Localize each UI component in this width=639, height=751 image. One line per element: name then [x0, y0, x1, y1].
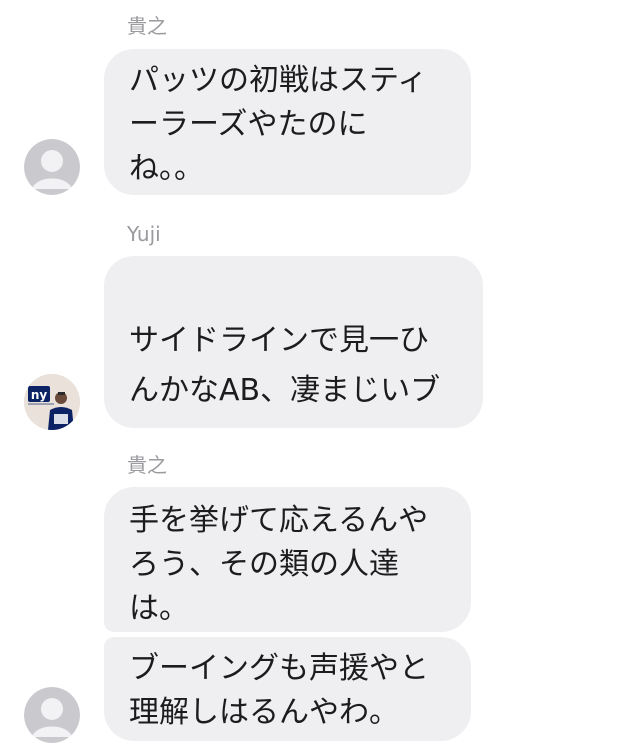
- sender-name: Yuji: [127, 222, 161, 246]
- message-bubble[interactable]: 手を挙げて応えるんや ろう、その類の人達 は。: [104, 487, 471, 632]
- default-avatar-icon[interactable]: [24, 687, 80, 743]
- message-text: サイドラインで見一ひ んかなAB、凄まじいブ ーイング見れるのに: [129, 323, 441, 408]
- face-with-tears-of-joy-icon: [399, 416, 437, 428]
- message-bubble[interactable]: サイドラインで見一ひ んかなAB、凄まじいブ ーイング見れるのに: [104, 256, 483, 428]
- default-avatar-icon[interactable]: [24, 139, 80, 195]
- message-bubble[interactable]: パッツの初戦はスティ ーラーズやたのに ね。。: [104, 49, 471, 195]
- sender-name: 貴之: [127, 453, 167, 477]
- user-photo-avatar[interactable]: ny: [24, 374, 80, 430]
- sender-name: 貴之: [127, 14, 167, 38]
- message-bubble[interactable]: ブーイングも声援やと 理解しはるんやわ。: [104, 637, 471, 741]
- team-logo: ny: [31, 388, 48, 402]
